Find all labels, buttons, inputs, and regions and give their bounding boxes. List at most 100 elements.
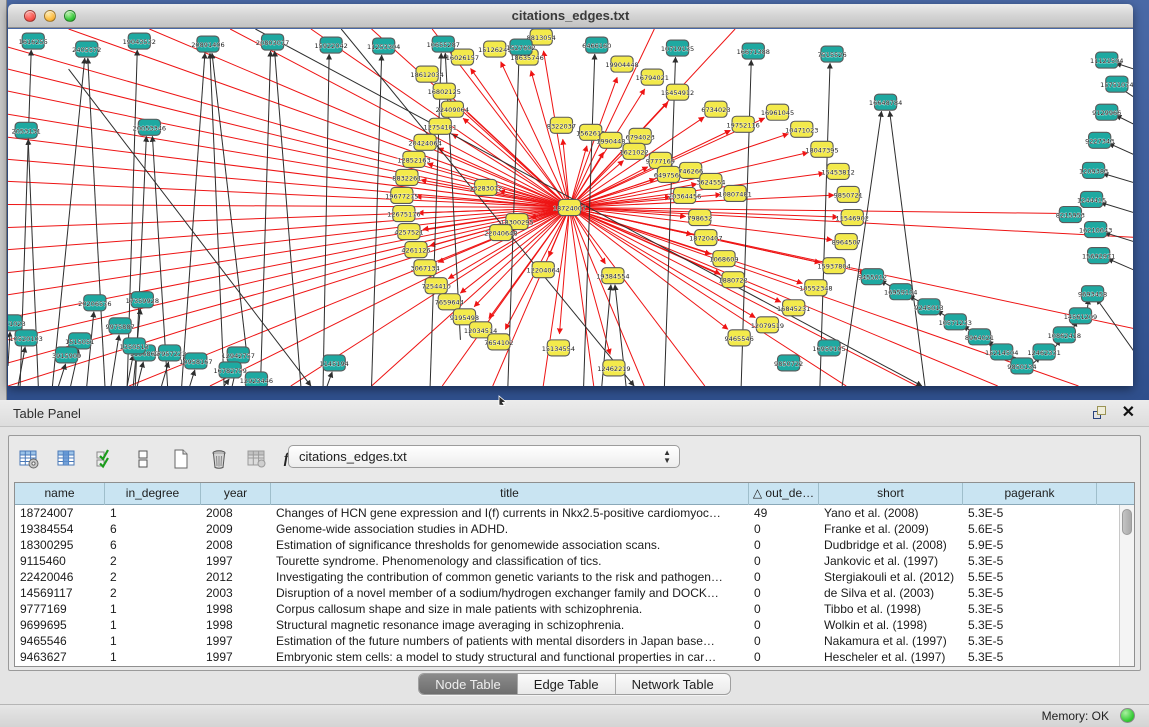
citation-network-graph[interactable]: 1872400783220371562615199044867940231621…	[8, 29, 1133, 386]
new-column-icon[interactable]	[167, 445, 195, 473]
graph-node-label: 9850722	[774, 360, 803, 368]
black-edge[interactable]	[111, 335, 119, 386]
tab-network-table[interactable]: Network Table	[616, 674, 730, 694]
table-cell: 5.3E-5	[963, 633, 1097, 649]
table-row[interactable]: 977716911998Corpus callosum shape and si…	[15, 601, 1134, 617]
table-cell: 2	[105, 569, 201, 585]
black-edge[interactable]	[127, 50, 137, 386]
graph-node-label: 1350513	[120, 343, 149, 351]
column-visibility-icon[interactable]	[53, 445, 81, 473]
combobox-spinner-icon[interactable]: ▲▼	[663, 449, 671, 465]
graph-node-label: 20206576	[78, 300, 111, 308]
graph-node-label: 2405572	[72, 46, 101, 54]
black-edge[interactable]	[28, 139, 38, 386]
table-scrollbar-thumb[interactable]	[1122, 509, 1132, 535]
table-cell: Franke et al. (2009)	[819, 521, 963, 537]
red-edge[interactable]	[543, 208, 569, 387]
black-edge[interactable]	[275, 51, 301, 386]
table-cell: 6	[105, 537, 201, 553]
graph-node-label: 11253304	[367, 43, 400, 51]
close-panel-icon[interactable]: ✕	[1122, 405, 1135, 421]
graph-node-label: 19752116	[727, 121, 760, 129]
graph-node-label: 9850721	[834, 191, 863, 199]
column-header-short[interactable]: short	[819, 483, 963, 505]
table-cell: 18724007	[15, 505, 105, 521]
graph-node-label: 8322037	[547, 122, 576, 130]
table-row[interactable]: 946362711997Embryonic stem cells: a mode…	[15, 649, 1134, 665]
black-edge[interactable]	[224, 379, 229, 386]
table-cell: Disruption of a novel member of a sodium…	[271, 585, 749, 601]
red-edge[interactable]	[569, 208, 780, 303]
column-header-name[interactable]: name	[15, 483, 105, 505]
network-window-titlebar[interactable]: citations_edges.txt	[8, 4, 1133, 28]
table-source-combobox[interactable]: citations_edges.txt ▲▼	[288, 445, 680, 468]
black-edge[interactable]	[190, 370, 195, 386]
black-edge[interactable]	[1109, 143, 1133, 157]
red-edge[interactable]	[569, 195, 834, 207]
table-cell: 18300295	[15, 537, 105, 553]
black-edge[interactable]	[255, 29, 922, 386]
network-window[interactable]: citations_edges.txt 18724007832203715626…	[8, 4, 1133, 386]
column-header-title[interactable]: title	[271, 483, 749, 505]
column-header-year[interactable]: year	[201, 483, 271, 505]
black-edge[interactable]	[1097, 299, 1133, 360]
table-row[interactable]: 1938455462009Genome-wide association stu…	[15, 521, 1134, 537]
table-header-row: namein_degreeyeartitle△ out_de…shortpage…	[15, 483, 1134, 505]
table-source-value: citations_edges.txt	[299, 449, 407, 464]
black-edge[interactable]	[820, 63, 830, 386]
row-height-icon[interactable]	[129, 445, 157, 473]
table-cell: 2008	[201, 537, 271, 553]
table-row[interactable]: 946554611997Estimation of the future num…	[15, 633, 1134, 649]
float-panel-icon[interactable]	[1092, 405, 1108, 421]
black-edge[interactable]	[430, 53, 441, 386]
table-row[interactable]: 911546021997Tourette syndrome. Phenomeno…	[15, 553, 1134, 569]
column-header-in_degree[interactable]: in_degree	[105, 483, 201, 505]
graph-node-label: 12754181	[424, 123, 457, 131]
table-cell: 0	[749, 569, 819, 585]
red-edge[interactable]	[569, 208, 916, 387]
black-edge[interactable]	[182, 53, 205, 386]
table-cell: Nakamura et al. (1997)	[819, 633, 963, 649]
graph-node-label: 7254410	[422, 283, 451, 291]
graph-node-label: 1209383	[1079, 167, 1108, 175]
tab-edge-table[interactable]: Edge Table	[518, 674, 616, 694]
table-cell: 1	[105, 649, 201, 665]
table-cell: Estimation of significance thresholds fo…	[271, 537, 749, 553]
column-header-pagerank[interactable]: pagerank	[963, 483, 1097, 505]
graph-node-label: 10655287	[427, 41, 460, 49]
black-edge[interactable]	[664, 57, 675, 386]
network-canvas[interactable]: 1872400783220371562615199044867940231621…	[8, 29, 1133, 386]
table-toolbar: f(x)	[15, 442, 309, 476]
table-panel-body: f(x) citations_edges.txt ▲▼ namein_degre…	[8, 435, 1141, 671]
table-panel: Table Panel ✕ f(x) citations_edges.txt ▲…	[0, 400, 1149, 727]
black-edge[interactable]	[327, 372, 332, 386]
graph-node-label: 15134554	[542, 345, 575, 353]
black-edge[interactable]	[1108, 259, 1133, 273]
black-edge[interactable]	[890, 111, 925, 386]
table-row[interactable]: 2242004622012Investigating the contribut…	[15, 569, 1134, 585]
delete-table-icon[interactable]	[243, 445, 271, 473]
red-edge[interactable]	[569, 29, 654, 208]
black-edge[interactable]	[58, 364, 65, 386]
black-edge[interactable]	[69, 69, 311, 386]
table-cell: Tourette syndrome. Phenomenology and cla…	[271, 553, 749, 569]
selection-mode-icon[interactable]	[91, 445, 119, 473]
tab-node-table[interactable]: Node Table	[419, 674, 518, 694]
delete-column-icon[interactable]	[205, 445, 233, 473]
table-row[interactable]: 1456911722003Disruption of a novel membe…	[15, 585, 1134, 601]
red-edge[interactable]	[438, 148, 570, 207]
graph-node-label: 17957222	[153, 350, 186, 358]
table-mode-icon[interactable]	[15, 445, 43, 473]
graph-node-label: 3624554	[696, 178, 725, 186]
table-row[interactable]: 1872400712008Changes of HCN gene express…	[15, 505, 1134, 521]
table-row[interactable]: 969969511998Structural magnetic resonanc…	[15, 617, 1134, 633]
table-scrollbar[interactable]	[1119, 505, 1134, 667]
graph-node-label: 20891406	[191, 41, 224, 49]
column-header-out_de[interactable]: △ out_de…	[749, 483, 819, 505]
graph-node-label: 1145194	[320, 360, 349, 368]
black-edge[interactable]	[137, 362, 143, 386]
graph-node-label: 16959104	[884, 289, 917, 297]
graph-node-label: 9195498	[450, 314, 479, 322]
table-row[interactable]: 1830029562008Estimation of significance …	[15, 537, 1134, 553]
graph-node-label: 10719135	[661, 45, 694, 53]
